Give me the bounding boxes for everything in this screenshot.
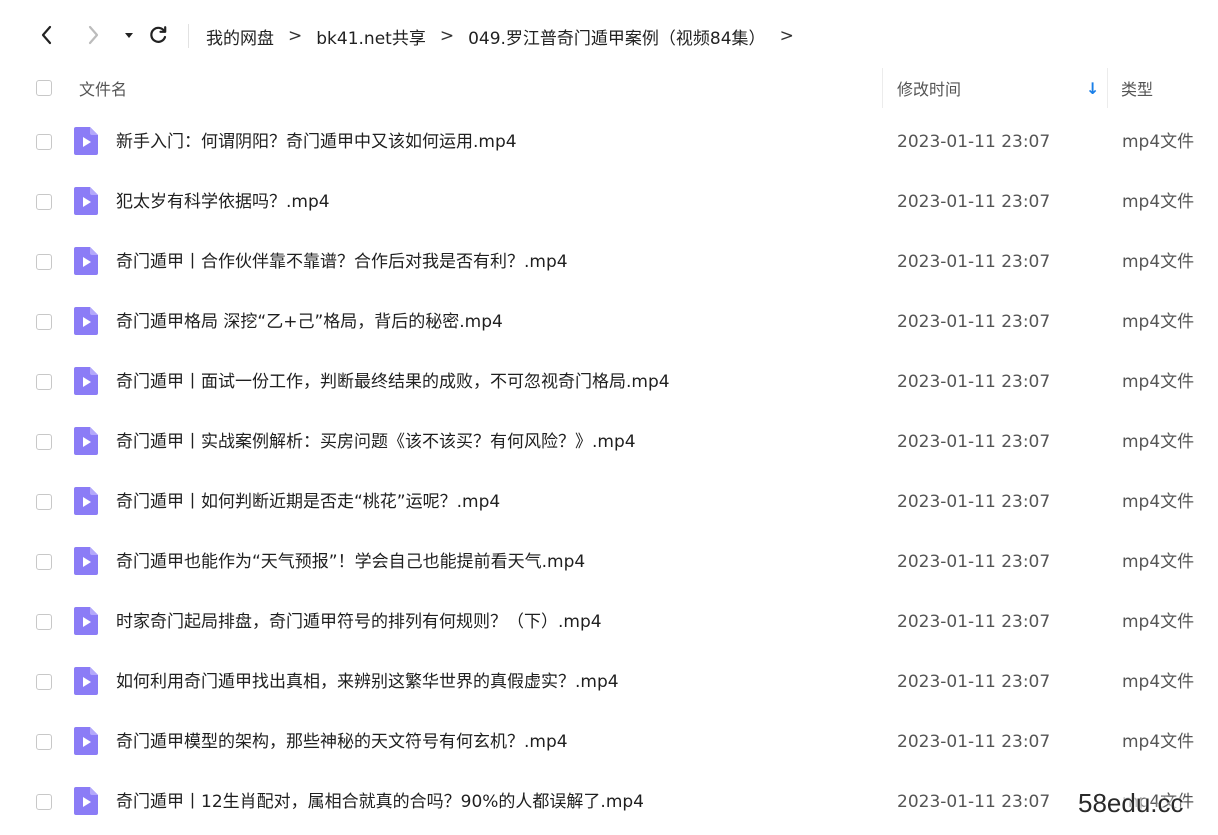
- breadcrumb-item-root[interactable]: 我的网盘: [206, 24, 274, 49]
- video-file-icon: [74, 487, 98, 515]
- column-divider[interactable]: [1107, 68, 1108, 108]
- table-row[interactable]: 犯太岁有科学依据吗？.mp4 2023-01-11 23:07 mp4文件: [0, 172, 1218, 232]
- file-type: mp4文件: [1122, 612, 1195, 632]
- breadcrumb-separator: >: [439, 26, 455, 46]
- breadcrumb: 我的网盘 > bk41.net共享 > 049.罗江普奇门遁甲案例（视频84集）…: [206, 22, 808, 50]
- table-row[interactable]: 奇门遁甲丨12生肖配对，属相合就真的合吗？90%的人都误解了.mp4 2023-0…: [0, 772, 1218, 832]
- table-row[interactable]: 奇门遁甲丨如何判断近期是否走“桃花”运呢？.mp4 2023-01-11 23:0…: [0, 472, 1218, 532]
- file-name[interactable]: 奇门遁甲也能作为“天气预报”！学会自己也能提前看天气.mp4: [116, 532, 585, 592]
- file-modified-time: 2023-01-11 23:07: [897, 792, 1051, 812]
- table-row[interactable]: 新手入门：何谓阴阳？奇门遁甲中又该如何运用.mp4 2023-01-11 23:0…: [0, 112, 1218, 172]
- video-file-icon: [74, 247, 98, 275]
- row-checkbox[interactable]: [36, 794, 52, 810]
- file-name[interactable]: 奇门遁甲丨合作伙伴靠不靠谱？合作后对我是否有利？.mp4: [116, 232, 568, 292]
- file-name[interactable]: 奇门遁甲丨如何判断近期是否走“桃花”运呢？.mp4: [116, 472, 500, 532]
- file-modified-time: 2023-01-11 23:07: [897, 132, 1051, 152]
- history-dropdown-button[interactable]: [116, 22, 142, 48]
- column-header-modified[interactable]: 修改时间: [897, 64, 961, 112]
- file-type: mp4文件: [1122, 732, 1195, 752]
- file-name[interactable]: 奇门遁甲格局 深挖“乙+己”格局，背后的秘密.mp4: [116, 292, 503, 352]
- chevron-left-icon: [41, 25, 52, 45]
- table-row[interactable]: 奇门遁甲格局 深挖“乙+己”格局，背后的秘密.mp4 2023-01-11 23:…: [0, 292, 1218, 352]
- file-type: mp4文件: [1122, 252, 1195, 272]
- back-button[interactable]: [34, 22, 60, 48]
- toolbar-divider: [188, 24, 189, 48]
- file-type: mp4文件: [1122, 552, 1195, 572]
- file-type: mp4文件: [1122, 132, 1195, 152]
- video-file-icon: [74, 727, 98, 755]
- file-name[interactable]: 犯太岁有科学依据吗？.mp4: [116, 172, 330, 232]
- table-row[interactable]: 奇门遁甲模型的架构，那些神秘的天文符号有何玄机？.mp4 2023-01-11 2…: [0, 712, 1218, 772]
- video-file-icon: [74, 607, 98, 635]
- forward-button[interactable]: [80, 22, 106, 48]
- table-header: 文件名 修改时间 ↓ 类型: [0, 64, 1218, 112]
- video-file-icon: [74, 307, 98, 335]
- row-checkbox[interactable]: [36, 374, 52, 390]
- watermark: 58edu.cc: [1078, 788, 1184, 818]
- row-checkbox[interactable]: [36, 254, 52, 270]
- file-name[interactable]: 新手入门：何谓阴阳？奇门遁甲中又该如何运用.mp4: [116, 112, 517, 172]
- breadcrumb-expand-button[interactable]: >: [780, 26, 794, 46]
- breadcrumb-item-share[interactable]: bk41.net共享: [316, 24, 426, 49]
- row-checkbox[interactable]: [36, 554, 52, 570]
- row-checkbox[interactable]: [36, 674, 52, 690]
- row-checkbox[interactable]: [36, 494, 52, 510]
- row-checkbox[interactable]: [36, 734, 52, 750]
- file-modified-time: 2023-01-11 23:07: [897, 672, 1051, 692]
- row-checkbox[interactable]: [36, 194, 52, 210]
- breadcrumb-separator: >: [288, 26, 303, 46]
- file-type: mp4文件: [1122, 312, 1195, 332]
- video-file-icon: [74, 187, 98, 215]
- table-row[interactable]: 如何利用奇门遁甲找出真相，来辨别这繁华世界的真假虚实？.mp4 2023-01-1…: [0, 652, 1218, 712]
- file-name[interactable]: 时家奇门起局排盘，奇门遁甲符号的排列有何规则？（下）.mp4: [116, 592, 602, 652]
- file-modified-time: 2023-01-11 23:07: [897, 552, 1051, 572]
- video-file-icon: [74, 547, 98, 575]
- file-name[interactable]: 如何利用奇门遁甲找出真相，来辨别这繁华世界的真假虚实？.mp4: [116, 652, 619, 712]
- file-modified-time: 2023-01-11 23:07: [897, 432, 1051, 452]
- file-type: mp4文件: [1122, 372, 1195, 392]
- file-modified-time: 2023-01-11 23:07: [897, 612, 1051, 632]
- file-name[interactable]: 奇门遁甲丨实战案例解析：买房问题《该不该买？有何风险？》.mp4: [116, 412, 636, 472]
- breadcrumb-item-folder[interactable]: 049.罗江普奇门遁甲案例（视频84集）: [468, 24, 765, 49]
- chevron-right-icon: [88, 25, 99, 45]
- table-row[interactable]: 奇门遁甲丨面试一份工作，判断最终结果的成败，不可忽视奇门格局.mp4 2023-0…: [0, 352, 1218, 412]
- select-all-checkbox[interactable]: [36, 80, 52, 96]
- table-row[interactable]: 奇门遁甲丨实战案例解析：买房问题《该不该买？有何风险？》.mp4 2023-01-…: [0, 412, 1218, 472]
- column-header-name[interactable]: 文件名: [79, 64, 127, 112]
- file-name[interactable]: 奇门遁甲模型的架构，那些神秘的天文符号有何玄机？.mp4: [116, 712, 568, 772]
- refresh-button[interactable]: [145, 22, 171, 48]
- file-modified-time: 2023-01-11 23:07: [897, 312, 1051, 332]
- video-file-icon: [74, 127, 98, 155]
- video-file-icon: [74, 667, 98, 695]
- file-type: mp4文件: [1122, 192, 1195, 212]
- file-modified-time: 2023-01-11 23:07: [897, 252, 1051, 272]
- file-modified-time: 2023-01-11 23:07: [897, 372, 1051, 392]
- caret-down-icon: [125, 33, 133, 38]
- column-divider[interactable]: [882, 68, 883, 108]
- file-type: mp4文件: [1122, 492, 1195, 512]
- row-checkbox[interactable]: [36, 614, 52, 630]
- column-header-type[interactable]: 类型: [1121, 64, 1153, 112]
- row-checkbox[interactable]: [36, 134, 52, 150]
- row-checkbox[interactable]: [36, 314, 52, 330]
- table-row[interactable]: 奇门遁甲丨合作伙伴靠不靠谱？合作后对我是否有利？.mp4 2023-01-11 2…: [0, 232, 1218, 292]
- table-row[interactable]: 时家奇门起局排盘，奇门遁甲符号的排列有何规则？（下）.mp4 2023-01-11…: [0, 592, 1218, 652]
- video-file-icon: [74, 427, 98, 455]
- refresh-icon: [150, 26, 167, 43]
- file-list: 新手入门：何谓阴阳？奇门遁甲中又该如何运用.mp4 2023-01-11 23:0…: [0, 112, 1218, 832]
- file-name[interactable]: 奇门遁甲丨12生肖配对，属相合就真的合吗？90%的人都误解了.mp4: [116, 772, 644, 832]
- video-file-icon: [74, 787, 98, 815]
- video-file-icon: [74, 367, 98, 395]
- file-type: mp4文件: [1122, 432, 1195, 452]
- toolbar: 我的网盘 > bk41.net共享 > 049.罗江普奇门遁甲案例（视频84集）…: [0, 0, 1218, 70]
- sort-desc-icon[interactable]: ↓: [1086, 64, 1099, 112]
- file-type: mp4文件: [1122, 672, 1195, 692]
- file-modified-time: 2023-01-11 23:07: [897, 732, 1051, 752]
- table-row[interactable]: 奇门遁甲也能作为“天气预报”！学会自己也能提前看天气.mp4 2023-01-11…: [0, 532, 1218, 592]
- file-modified-time: 2023-01-11 23:07: [897, 192, 1051, 212]
- row-checkbox[interactable]: [36, 434, 52, 450]
- file-name[interactable]: 奇门遁甲丨面试一份工作，判断最终结果的成败，不可忽视奇门格局.mp4: [116, 352, 670, 412]
- file-modified-time: 2023-01-11 23:07: [897, 492, 1051, 512]
